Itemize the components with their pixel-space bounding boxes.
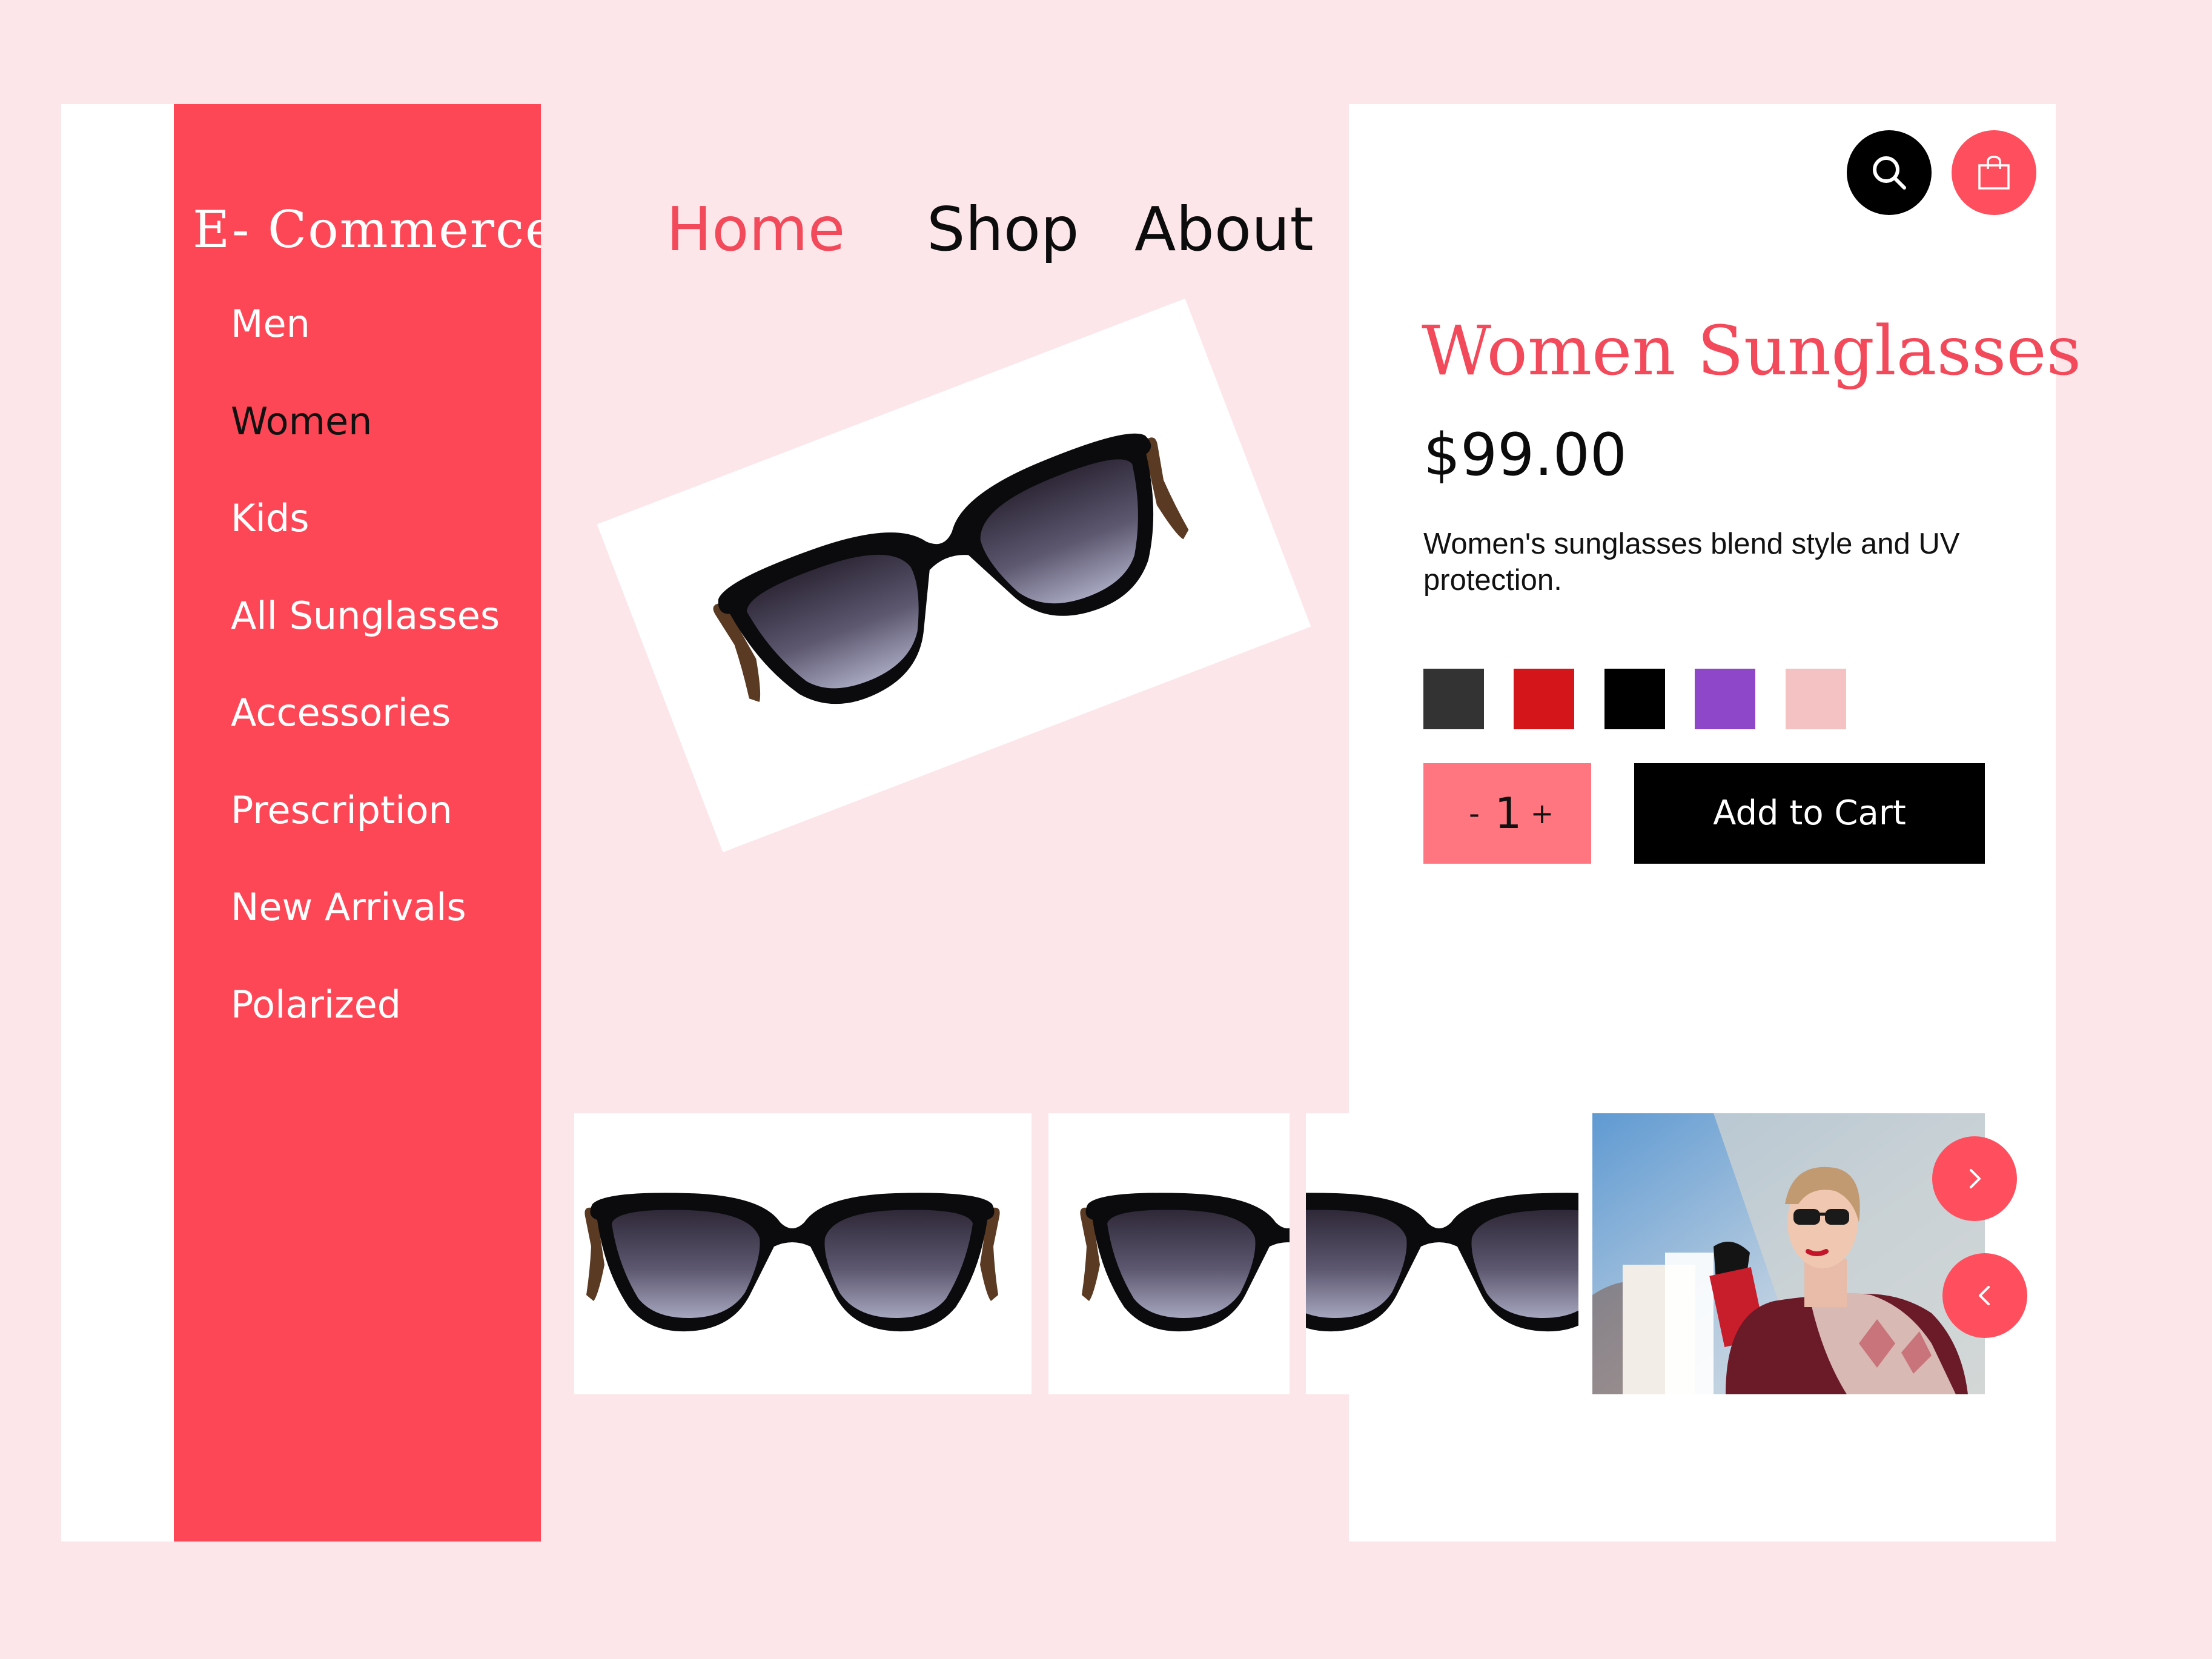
sidebar-item-prescription[interactable]: Prescription xyxy=(231,788,452,832)
sidebar-item-accessories[interactable]: Accessories xyxy=(231,690,451,735)
nav-about[interactable]: About xyxy=(1134,194,1314,265)
sunglasses-thumb-image xyxy=(584,1193,1000,1332)
product-price: $99.00 xyxy=(1423,421,1627,489)
thumbnail-1[interactable] xyxy=(574,1113,1031,1394)
model-photo xyxy=(1592,1113,1985,1394)
add-to-cart-button[interactable]: Add to Cart xyxy=(1634,763,1985,864)
decrease-quantity-button[interactable]: - xyxy=(1462,763,1486,864)
product-title: Women Sunglasses xyxy=(1422,312,2082,391)
sidebar-item-all-sunglasses[interactable]: All Sunglasses xyxy=(231,594,500,638)
woman-in-sunglasses-image xyxy=(1592,1113,1985,1394)
search-icon xyxy=(1873,156,1906,190)
sidebar-item-men[interactable]: Men xyxy=(231,302,310,346)
chevron-right-icon xyxy=(1970,1169,1981,1188)
color-swatch-purple[interactable] xyxy=(1695,669,1755,729)
color-swatch-red[interactable] xyxy=(1514,669,1574,729)
sunglasses-thumb-image xyxy=(1306,1193,1578,1332)
color-swatch-charcoal[interactable] xyxy=(1423,669,1484,729)
sidebar-item-new-arrivals[interactable]: New Arrivals xyxy=(231,885,466,929)
quantity-value: 1 xyxy=(1494,789,1522,838)
chevron-left-icon xyxy=(1979,1286,1990,1305)
quantity-stepper: - 1 + xyxy=(1423,763,1591,864)
shopping-bag-icon xyxy=(1978,156,2010,190)
color-swatch-black[interactable] xyxy=(1604,669,1665,729)
nav-home[interactable]: Home xyxy=(666,194,845,265)
carousel-prev-button[interactable] xyxy=(1942,1253,2027,1338)
sidebar-item-kids[interactable]: Kids xyxy=(231,496,310,540)
sunglasses-thumb-image xyxy=(1080,1193,1290,1332)
color-swatch-pink[interactable] xyxy=(1786,669,1846,729)
cart-button[interactable] xyxy=(1952,130,2036,215)
increase-quantity-button[interactable]: + xyxy=(1530,763,1554,864)
search-button[interactable] xyxy=(1847,130,1932,215)
sidebar-item-women[interactable]: Women xyxy=(231,399,372,443)
brand-logo[interactable]: E- Commerce xyxy=(193,200,555,259)
nav-shop[interactable]: Shop xyxy=(927,194,1079,265)
thumbnail-3[interactable] xyxy=(1306,1113,1578,1394)
thumbnail-2[interactable] xyxy=(1048,1113,1290,1394)
sidebar-item-polarized[interactable]: Polarized xyxy=(231,982,401,1027)
product-description: Women's sunglasses blend style and UV pr… xyxy=(1423,528,1960,597)
carousel-next-button[interactable] xyxy=(1932,1136,2017,1221)
